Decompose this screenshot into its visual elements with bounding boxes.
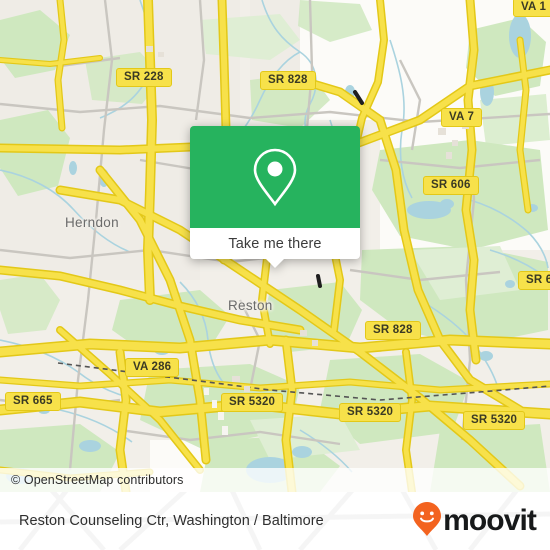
footer-bar: Reston Counseling Ctr, Washington / Balt… xyxy=(0,492,550,550)
road-shield-sr665: SR 665 xyxy=(5,392,61,411)
map-pin-icon xyxy=(251,146,299,208)
location-popup-card[interactable]: Take me there xyxy=(190,126,360,268)
road-shield-va7: VA 7 xyxy=(441,108,483,127)
road-shield-sr5320-center: SR 5320 xyxy=(339,403,402,422)
map-screenshot: Herndon Reston SR 228 SR 828 VA 1 VA 7 S… xyxy=(0,0,550,550)
take-me-there-label: Take me there xyxy=(228,235,322,252)
road-shield-sr5320-east: SR 5320 xyxy=(463,411,526,430)
road-shield-sr606: SR 606 xyxy=(423,176,479,195)
road-shield-sr828-south: SR 828 xyxy=(365,321,421,340)
attribution-text: © OpenStreetMap contributors xyxy=(11,473,184,487)
popup-header xyxy=(190,126,360,228)
moovit-logo: moovit xyxy=(412,501,537,542)
road-shield-va1: VA 1 xyxy=(513,0,550,17)
road-shield-sr228: SR 228 xyxy=(116,68,172,87)
map-viewport[interactable]: Herndon Reston SR 228 SR 828 VA 1 VA 7 S… xyxy=(0,0,550,492)
road-shield-sr5320-west: SR 5320 xyxy=(221,393,284,412)
moovit-pin-icon xyxy=(412,501,442,542)
moovit-wordmark: moovit xyxy=(443,504,537,537)
take-me-there-button[interactable]: Take me there xyxy=(190,228,360,268)
road-shield-sr674: SR 674 xyxy=(518,271,550,290)
page-title: Reston Counseling Ctr, Washington / Balt… xyxy=(19,513,324,529)
map-attribution-bar: © OpenStreetMap contributors xyxy=(0,468,550,492)
popup-pointer xyxy=(266,259,284,268)
road-shield-sr828-north: SR 828 xyxy=(260,71,316,90)
road-shield-va286: VA 286 xyxy=(125,358,180,377)
